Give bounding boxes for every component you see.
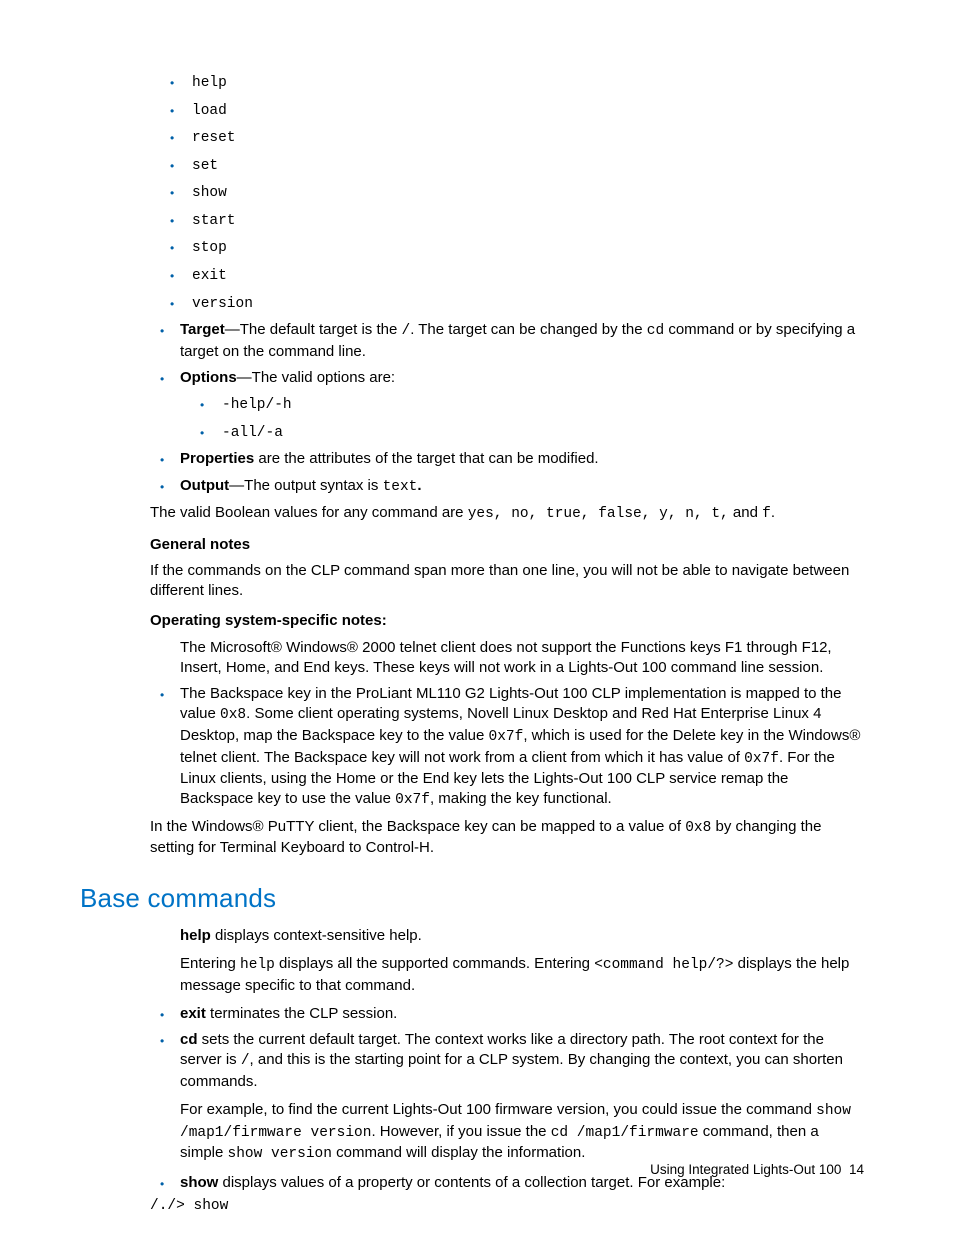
page-footer: Using Integrated Lights-Out 100 14 <box>650 1161 864 1179</box>
code: -help/-h <box>222 397 292 413</box>
code: cd <box>647 323 664 339</box>
code: help <box>240 957 275 973</box>
code: 0x7f <box>744 751 779 767</box>
label: Output <box>180 477 229 494</box>
text: . However, if you issue the <box>371 1123 550 1140</box>
code: / <box>402 323 411 339</box>
base-commands-heading: Base commands <box>80 881 864 916</box>
code: 0x8 <box>685 820 711 836</box>
code: / <box>241 1053 250 1069</box>
code: <command help/?> <box>594 957 733 973</box>
text: , and this is the starting point for a C… <box>180 1051 843 1090</box>
code: 0x7f <box>489 729 524 745</box>
output-item: Output—The output syntax is text. <box>150 476 864 498</box>
text: and <box>729 504 762 521</box>
code: show version <box>228 1146 332 1162</box>
properties-item: Properties are the attributes of the tar… <box>150 449 864 469</box>
verb-item: start <box>150 210 864 232</box>
label: help <box>180 927 211 944</box>
text: terminates the CLP session. <box>206 1005 397 1022</box>
document-body: help load reset set show start stop exit… <box>150 72 864 859</box>
boolean-values: The valid Boolean values for any command… <box>150 503 864 525</box>
target-item: Target—The default target is the /. The … <box>150 320 864 362</box>
label: cd <box>180 1031 198 1048</box>
text: command will display the information. <box>332 1144 585 1161</box>
cd-item: cd sets the current default target. The … <box>150 1030 864 1165</box>
label: Properties <box>180 450 254 467</box>
verb: show <box>192 185 227 201</box>
code: -all/-a <box>222 425 283 441</box>
text: For example, to find the current Lights-… <box>180 1101 816 1118</box>
putty-note: In the Windows® PuTTY client, the Backsp… <box>150 817 864 859</box>
text: displays all the supported commands. Ent… <box>275 955 594 972</box>
verb-item: load <box>150 100 864 122</box>
text: The valid Boolean values for any command… <box>150 504 468 521</box>
verb-item: exit <box>150 265 864 287</box>
page-number: 14 <box>849 1162 864 1177</box>
os-notes-list: The Microsoft® Windows® 2000 telnet clie… <box>150 638 864 811</box>
text: In the Windows® PuTTY client, the Backsp… <box>150 818 685 835</box>
label: exit <box>180 1005 206 1022</box>
general-notes-body: If the commands on the CLP command span … <box>150 561 864 602</box>
text: Entering <box>180 955 240 972</box>
verb: start <box>192 213 236 229</box>
text: —The output syntax is <box>229 477 382 494</box>
text: —The default target is the <box>225 321 402 338</box>
text: , making the key functional. <box>430 790 612 807</box>
code: 0x8 <box>220 707 246 723</box>
text: . The target can be changed by the <box>410 321 647 338</box>
text: The Microsoft® Windows® 2000 telnet clie… <box>180 639 832 676</box>
verb: stop <box>192 240 227 256</box>
exit-item: exit terminates the CLP session. <box>150 1004 864 1024</box>
label: Target <box>180 321 225 338</box>
option-item: -all/-a <box>180 422 864 444</box>
verb-item: set <box>150 155 864 177</box>
code: yes, no, true, false, y, n, t, <box>468 506 729 522</box>
show-example: /./> show <box>150 1197 864 1217</box>
help-item: help displays context-sensitive help. En… <box>150 926 864 996</box>
label: show <box>180 1174 218 1191</box>
verb: help <box>192 75 227 91</box>
verb: exit <box>192 268 227 284</box>
verbs-continuation: help load reset set show start stop exit… <box>150 72 864 314</box>
verb-item: help <box>150 72 864 94</box>
code: cd /map1/firmware <box>551 1125 699 1141</box>
label: Options <box>180 369 237 386</box>
verb-item: show <box>150 182 864 204</box>
verb: version <box>192 296 253 312</box>
code: 0x7f <box>395 792 430 808</box>
text: displays context-sensitive help. <box>211 927 422 944</box>
os-note-1: The Microsoft® Windows® 2000 telnet clie… <box>150 638 864 679</box>
verb: set <box>192 158 218 174</box>
option-item: -help/-h <box>180 394 864 416</box>
code: f <box>762 506 771 522</box>
footer-text: Using Integrated Lights-Out 100 <box>650 1162 841 1177</box>
options-item: Options—The valid options are: -help/-h … <box>150 368 864 443</box>
top-list: help load reset set show start stop exit… <box>150 72 864 497</box>
dot: . <box>417 477 421 494</box>
text: . <box>771 504 775 521</box>
verb-item: reset <box>150 127 864 149</box>
code: text <box>383 479 418 495</box>
verb: load <box>192 103 227 119</box>
os-notes-heading: Operating system-specific notes: <box>150 611 864 631</box>
verb-item: version <box>150 293 864 315</box>
verb: reset <box>192 130 236 146</box>
verb-item: stop <box>150 237 864 259</box>
text: are the attributes of the target that ca… <box>254 450 598 467</box>
text: —The valid options are: <box>237 369 395 386</box>
general-notes-heading: General notes <box>150 535 864 555</box>
os-note-2: The Backspace key in the ProLiant ML110 … <box>150 684 864 811</box>
